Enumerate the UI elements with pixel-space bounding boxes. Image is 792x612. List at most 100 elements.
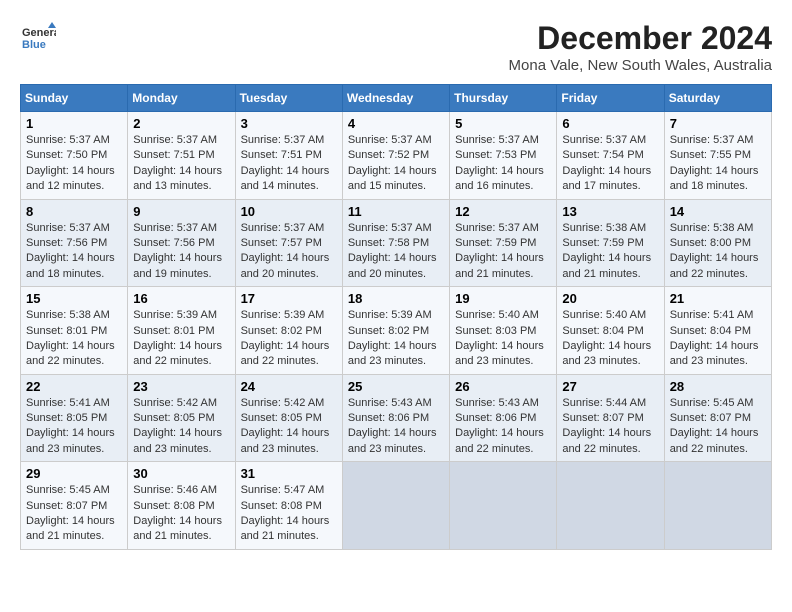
- day-info: Sunrise: 5:39 AMSunset: 8:02 PMDaylight:…: [241, 308, 337, 370]
- day-info: Sunrise: 5:42 AMSunset: 8:05 PMDaylight:…: [241, 396, 337, 458]
- day-info: Sunrise: 5:41 AMSunset: 8:04 PMDaylight:…: [670, 308, 766, 370]
- day-info: Sunrise: 5:38 AMSunset: 8:01 PMDaylight:…: [26, 308, 122, 370]
- day-number: 31: [241, 466, 337, 481]
- calendar-cell: 11 Sunrise: 5:37 AMSunset: 7:58 PMDayligh…: [342, 199, 449, 287]
- calendar-cell: [664, 462, 771, 550]
- day-number: 29: [26, 466, 122, 481]
- day-info: Sunrise: 5:37 AMSunset: 7:54 PMDaylight:…: [562, 133, 658, 195]
- day-info: Sunrise: 5:37 AMSunset: 7:51 PMDaylight:…: [241, 133, 337, 195]
- calendar-cell: 9Sunrise: 5:37 AMSunset: 7:56 PMDaylight…: [128, 199, 235, 287]
- calendar-cell: 18 Sunrise: 5:39 AMSunset: 8:02 PMDayligh…: [342, 287, 449, 375]
- calendar-week-2: 8 Sunrise: 5:37 AMSunset: 7:56 PMDaylight…: [21, 199, 772, 287]
- day-info: Sunrise: 5:37 AMSunset: 7:52 PMDaylight:…: [348, 133, 444, 195]
- day-number: 28: [670, 379, 766, 394]
- day-number: 21: [670, 291, 766, 306]
- day-number: 20: [562, 291, 658, 306]
- calendar-cell: 19Sunrise: 5:40 AMSunset: 8:03 PMDayligh…: [450, 287, 557, 375]
- day-number: 7: [670, 116, 766, 131]
- day-header-thursday: Thursday: [450, 85, 557, 112]
- day-number: 8: [26, 204, 122, 219]
- calendar-cell: 10 Sunrise: 5:37 AMSunset: 7:57 PMDayligh…: [235, 199, 342, 287]
- calendar-cell: 29Sunrise: 5:45 AMSunset: 8:07 PMDayligh…: [21, 462, 128, 550]
- day-info: Sunrise: 5:37 AMSunset: 7:58 PMDaylight:…: [348, 221, 444, 283]
- day-header-wednesday: Wednesday: [342, 85, 449, 112]
- day-number: 24: [241, 379, 337, 394]
- day-info: Sunrise: 5:43 AMSunset: 8:06 PMDaylight:…: [348, 396, 444, 458]
- day-info: Sunrise: 5:47 AMSunset: 8:08 PMDaylight:…: [241, 483, 337, 545]
- calendar-table: SundayMondayTuesdayWednesdayThursdayFrid…: [20, 84, 772, 550]
- calendar-cell: 30 Sunrise: 5:46 AMSunset: 8:08 PMDayligh…: [128, 462, 235, 550]
- day-header-saturday: Saturday: [664, 85, 771, 112]
- day-info: Sunrise: 5:41 AMSunset: 8:05 PMDaylight:…: [26, 396, 122, 458]
- logo: General Blue: [20, 20, 60, 56]
- day-number: 30: [133, 466, 229, 481]
- calendar-cell: 26 Sunrise: 5:43 AMSunset: 8:06 PMDayligh…: [450, 374, 557, 462]
- day-number: 1: [26, 116, 122, 131]
- svg-text:Blue: Blue: [22, 39, 46, 51]
- calendar-cell: [342, 462, 449, 550]
- calendar-cell: 21 Sunrise: 5:41 AMSunset: 8:04 PMDayligh…: [664, 287, 771, 375]
- calendar-cell: 22Sunrise: 5:41 AMSunset: 8:05 PMDayligh…: [21, 374, 128, 462]
- day-header-sunday: Sunday: [21, 85, 128, 112]
- day-info: Sunrise: 5:42 AMSunset: 8:05 PMDaylight:…: [133, 396, 229, 458]
- calendar-cell: 5 Sunrise: 5:37 AMSunset: 7:53 PMDaylight…: [450, 112, 557, 200]
- day-info: Sunrise: 5:39 AMSunset: 8:02 PMDaylight:…: [348, 308, 444, 370]
- day-info: Sunrise: 5:37 AMSunset: 7:56 PMDaylight:…: [26, 221, 122, 283]
- day-header-tuesday: Tuesday: [235, 85, 342, 112]
- day-number: 10: [241, 204, 337, 219]
- day-number: 12: [455, 204, 551, 219]
- calendar-cell: 23 Sunrise: 5:42 AMSunset: 8:05 PMDayligh…: [128, 374, 235, 462]
- day-number: 27: [562, 379, 658, 394]
- day-number: 16: [133, 291, 229, 306]
- day-number: 18: [348, 291, 444, 306]
- day-info: Sunrise: 5:44 AMSunset: 8:07 PMDaylight:…: [562, 396, 658, 458]
- day-number: 25: [348, 379, 444, 394]
- calendar-cell: 2Sunrise: 5:37 AMSunset: 7:51 PMDaylight…: [128, 112, 235, 200]
- day-number: 3: [241, 116, 337, 131]
- day-info: Sunrise: 5:37 AMSunset: 7:59 PMDaylight:…: [455, 221, 551, 283]
- calendar-cell: 17 Sunrise: 5:39 AMSunset: 8:02 PMDayligh…: [235, 287, 342, 375]
- day-info: Sunrise: 5:43 AMSunset: 8:06 PMDaylight:…: [455, 396, 551, 458]
- calendar-cell: 3 Sunrise: 5:37 AMSunset: 7:51 PMDaylight…: [235, 112, 342, 200]
- day-info: Sunrise: 5:45 AMSunset: 8:07 PMDaylight:…: [670, 396, 766, 458]
- calendar-cell: 14Sunrise: 5:38 AMSunset: 8:00 PMDayligh…: [664, 199, 771, 287]
- calendar-cell: 20Sunrise: 5:40 AMSunset: 8:04 PMDayligh…: [557, 287, 664, 375]
- calendar-cell: 4 Sunrise: 5:37 AMSunset: 7:52 PMDaylight…: [342, 112, 449, 200]
- calendar-cell: 7 Sunrise: 5:37 AMSunset: 7:55 PMDaylight…: [664, 112, 771, 200]
- day-info: Sunrise: 5:40 AMSunset: 8:03 PMDaylight:…: [455, 308, 551, 370]
- day-info: Sunrise: 5:37 AMSunset: 7:53 PMDaylight:…: [455, 133, 551, 195]
- calendar-week-4: 22Sunrise: 5:41 AMSunset: 8:05 PMDayligh…: [21, 374, 772, 462]
- calendar-cell: [557, 462, 664, 550]
- calendar-cell: [450, 462, 557, 550]
- calendar-cell: 6 Sunrise: 5:37 AMSunset: 7:54 PMDaylight…: [557, 112, 664, 200]
- calendar-week-1: 1 Sunrise: 5:37 AMSunset: 7:50 PMDaylight…: [21, 112, 772, 200]
- calendar-week-5: 29Sunrise: 5:45 AMSunset: 8:07 PMDayligh…: [21, 462, 772, 550]
- day-header-monday: Monday: [128, 85, 235, 112]
- calendar-cell: 15 Sunrise: 5:38 AMSunset: 8:01 PMDayligh…: [21, 287, 128, 375]
- calendar-cell: 24 Sunrise: 5:42 AMSunset: 8:05 PMDayligh…: [235, 374, 342, 462]
- logo-icon: General Blue: [20, 20, 56, 56]
- day-number: 5: [455, 116, 551, 131]
- day-number: 15: [26, 291, 122, 306]
- calendar-cell: 13Sunrise: 5:38 AMSunset: 7:59 PMDayligh…: [557, 199, 664, 287]
- day-info: Sunrise: 5:37 AMSunset: 7:57 PMDaylight:…: [241, 221, 337, 283]
- day-number: 4: [348, 116, 444, 131]
- day-number: 23: [133, 379, 229, 394]
- day-info: Sunrise: 5:37 AMSunset: 7:55 PMDaylight:…: [670, 133, 766, 195]
- day-number: 13: [562, 204, 658, 219]
- day-number: 11: [348, 204, 444, 219]
- day-number: 17: [241, 291, 337, 306]
- svg-text:General: General: [22, 27, 56, 39]
- day-number: 14: [670, 204, 766, 219]
- day-number: 6: [562, 116, 658, 131]
- calendar-cell: 27 Sunrise: 5:44 AMSunset: 8:07 PMDayligh…: [557, 374, 664, 462]
- day-number: 2: [133, 116, 229, 131]
- calendar-title: December 2024: [509, 20, 772, 57]
- calendar-cell: 25 Sunrise: 5:43 AMSunset: 8:06 PMDayligh…: [342, 374, 449, 462]
- page-header: General Blue December 2024 Mona Vale, Ne…: [20, 20, 772, 74]
- day-info: Sunrise: 5:39 AMSunset: 8:01 PMDaylight:…: [133, 308, 229, 370]
- calendar-cell: 16 Sunrise: 5:39 AMSunset: 8:01 PMDayligh…: [128, 287, 235, 375]
- day-info: Sunrise: 5:46 AMSunset: 8:08 PMDaylight:…: [133, 483, 229, 545]
- day-info: Sunrise: 5:37 AMSunset: 7:50 PMDaylight:…: [26, 133, 122, 195]
- day-number: 26: [455, 379, 551, 394]
